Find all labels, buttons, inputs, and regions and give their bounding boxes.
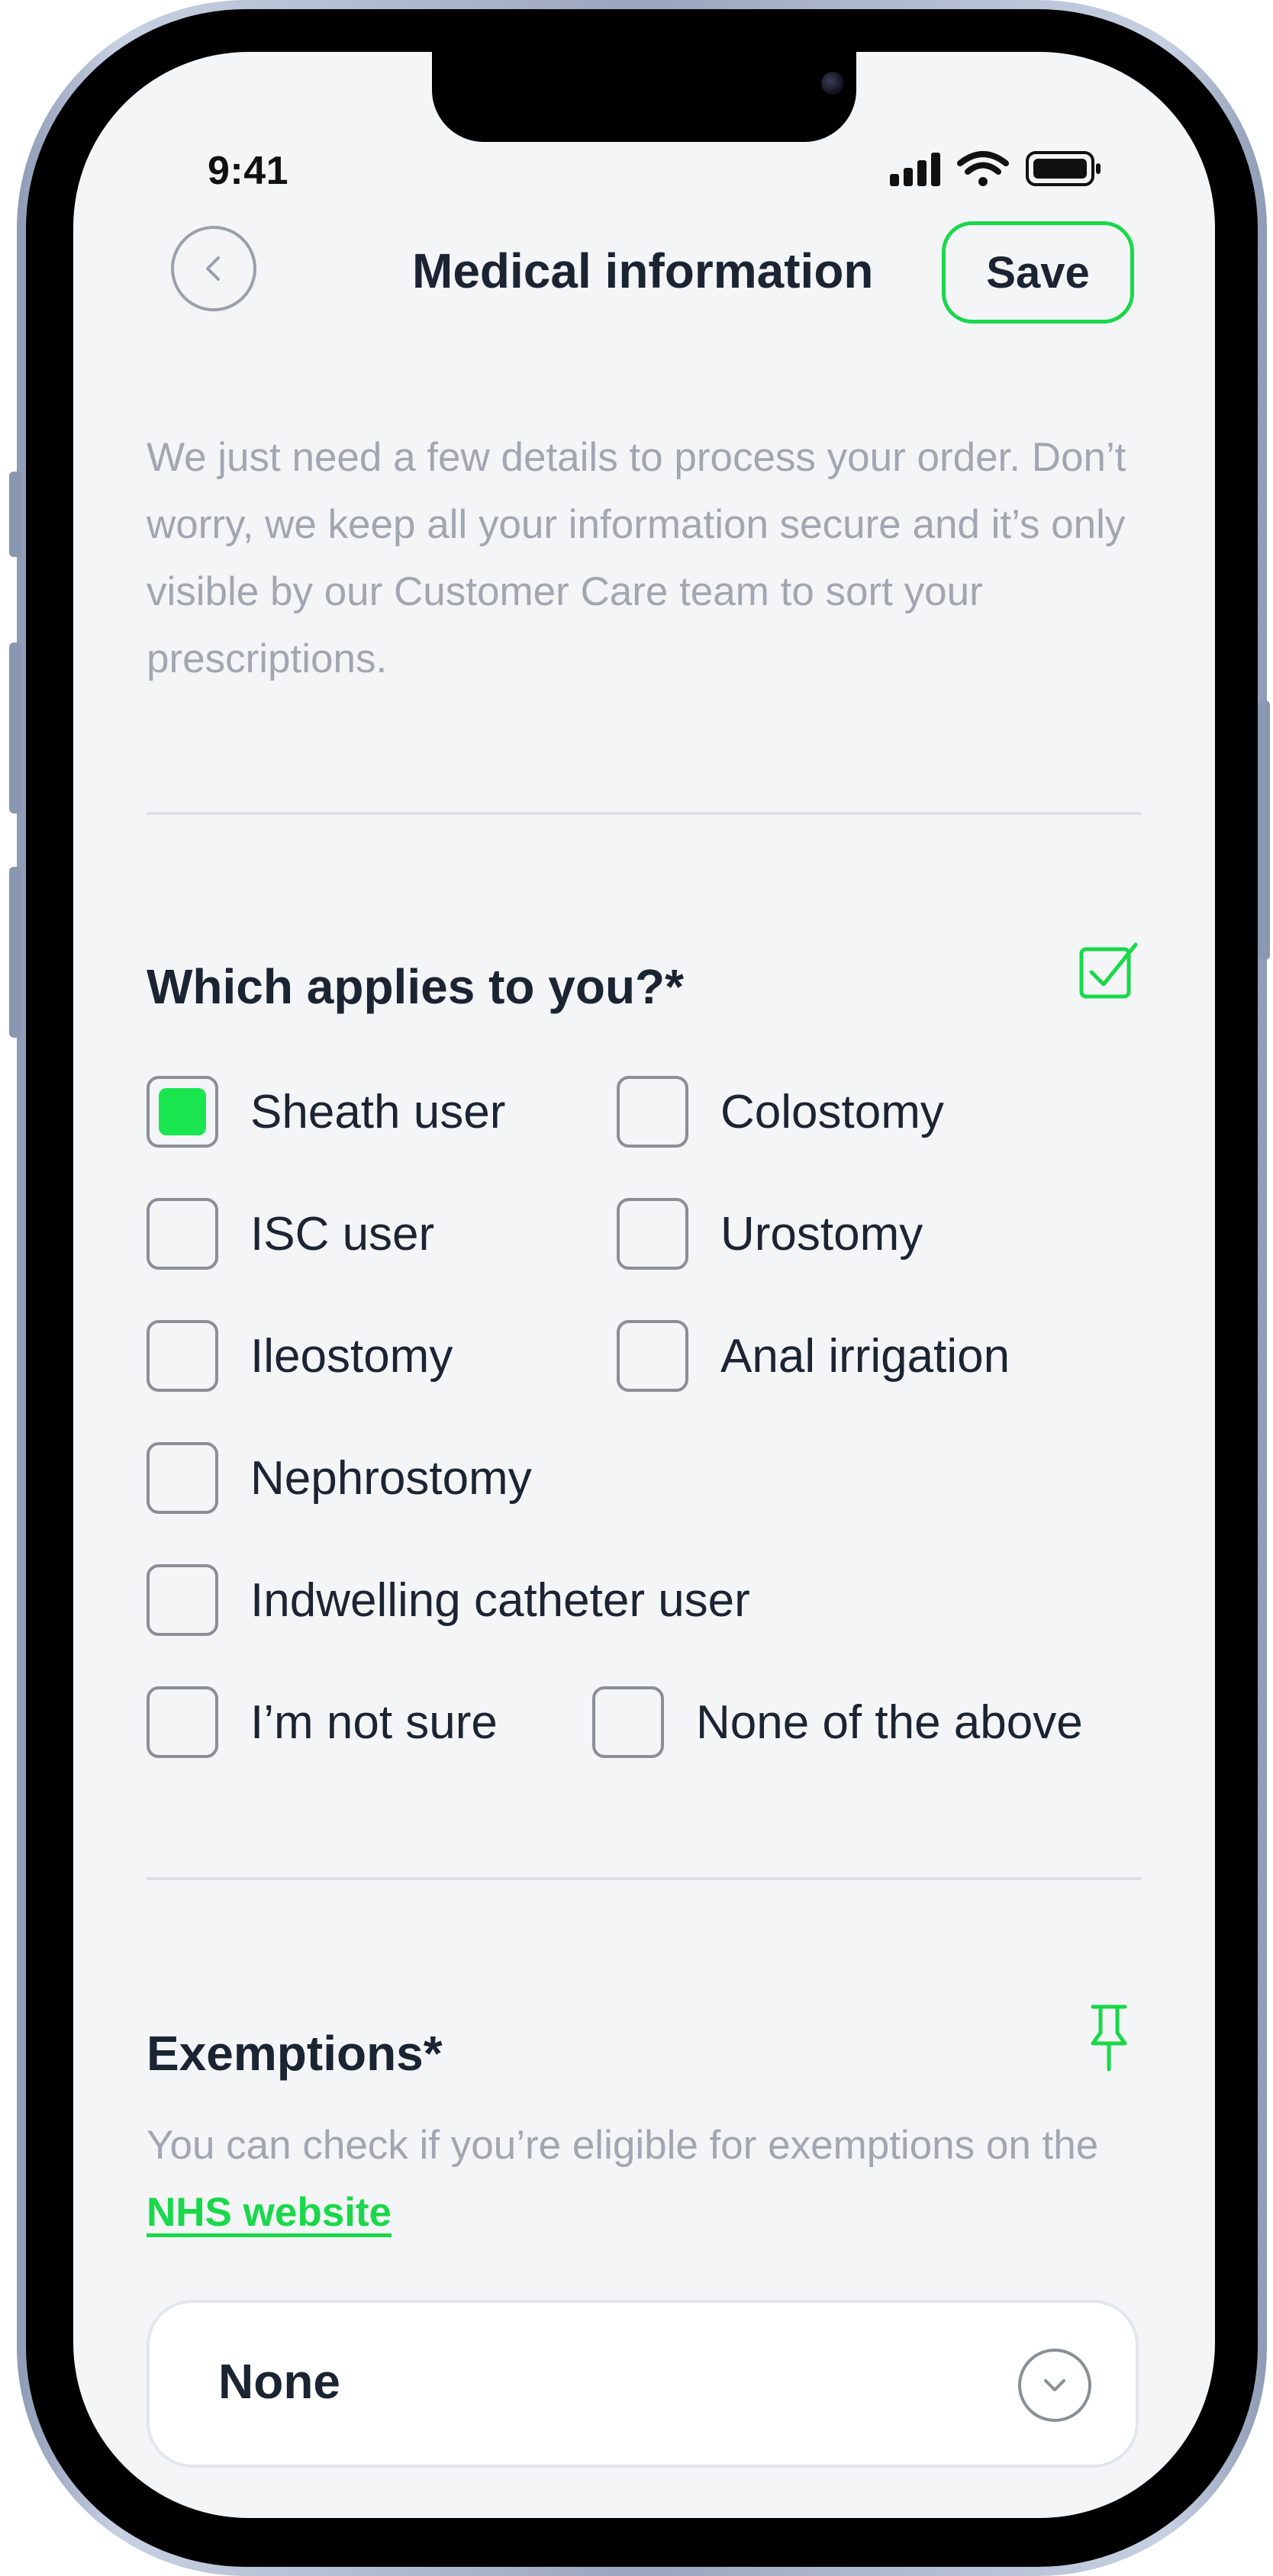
- save-button[interactable]: Save: [942, 221, 1134, 324]
- option-none-of-the-above[interactable]: None of the above: [592, 1686, 1083, 1758]
- option-label: Urostomy: [720, 1207, 923, 1261]
- battery-icon: [1026, 151, 1101, 186]
- exemptions-info-text: You can check if you’re eligible for exe…: [147, 2112, 1162, 2246]
- status-time: 9:41: [208, 149, 289, 193]
- checkbox[interactable]: [147, 1442, 218, 1514]
- option-label: None of the above: [696, 1695, 1083, 1749]
- checkbox[interactable]: [147, 1198, 218, 1270]
- option-ileostomy[interactable]: Ileostomy: [147, 1320, 453, 1392]
- volume-up-button: [9, 642, 21, 813]
- signal-icon: [890, 153, 940, 186]
- option-indwelling-catheter-user[interactable]: Indwelling catheter user: [147, 1564, 750, 1636]
- option-sheath-user[interactable]: Sheath user: [147, 1076, 505, 1148]
- checkbox[interactable]: [617, 1198, 688, 1270]
- wifi-icon: [957, 151, 1009, 186]
- option-isc-user[interactable]: ISC user: [147, 1198, 434, 1270]
- nhs-website-link[interactable]: NHS website: [147, 2190, 392, 2235]
- notch: [432, 52, 856, 142]
- power-button: [1258, 700, 1270, 960]
- option-label: Colostomy: [720, 1085, 944, 1138]
- camera-icon: [821, 72, 844, 95]
- option-nephrostomy[interactable]: Nephrostomy: [147, 1442, 532, 1514]
- silent-switch: [9, 472, 21, 557]
- option-label: ISC user: [250, 1207, 435, 1261]
- option-urostomy[interactable]: Urostomy: [617, 1198, 923, 1270]
- option-label: Anal irrigation: [720, 1329, 1010, 1383]
- checkbox[interactable]: [147, 1564, 218, 1636]
- checkbox[interactable]: [147, 1320, 218, 1392]
- exemptions-section-title: Exemptions*: [147, 2026, 443, 2081]
- intro-text: We just need a few details to process yo…: [147, 435, 1126, 681]
- exemptions-select[interactable]: None: [147, 2300, 1139, 2468]
- chevron-down-icon[interactable]: [1018, 2349, 1091, 2422]
- checkbox[interactable]: [147, 1076, 218, 1148]
- divider: [147, 812, 1142, 815]
- chevron-left-icon: [206, 256, 220, 281]
- checkbox[interactable]: [592, 1686, 664, 1758]
- app-screen: 9:41 Medical information Save We just ne…: [73, 52, 1215, 2518]
- back-button[interactable]: [171, 226, 256, 311]
- option-label: I’m not sure: [250, 1695, 498, 1749]
- volume-down-button: [9, 867, 21, 1038]
- option-colostomy[interactable]: Colostomy: [617, 1076, 944, 1148]
- option-not-sure[interactable]: I’m not sure: [147, 1686, 498, 1758]
- checkbox[interactable]: [147, 1686, 218, 1758]
- option-label: Indwelling catheter user: [250, 1573, 750, 1627]
- checkbox-checked-fill: [159, 1088, 206, 1135]
- option-label: Nephrostomy: [250, 1451, 532, 1505]
- divider: [147, 1877, 1142, 1880]
- checklist-done-icon: [1079, 940, 1139, 1000]
- option-anal-irrigation[interactable]: Anal irrigation: [617, 1320, 1010, 1392]
- applies-section-title: Which applies to you?*: [147, 959, 685, 1014]
- status-icons: [890, 148, 1134, 194]
- exemptions-info-prefix: You can check if you’re eligible for exe…: [147, 2123, 1099, 2168]
- checkbox[interactable]: [617, 1076, 688, 1148]
- exemptions-selected-value: None: [218, 2354, 340, 2409]
- option-label: Sheath user: [250, 1085, 506, 1138]
- checkbox[interactable]: [617, 1320, 688, 1392]
- option-label: Ileostomy: [250, 1329, 453, 1383]
- pin-icon: [1088, 2002, 1130, 2074]
